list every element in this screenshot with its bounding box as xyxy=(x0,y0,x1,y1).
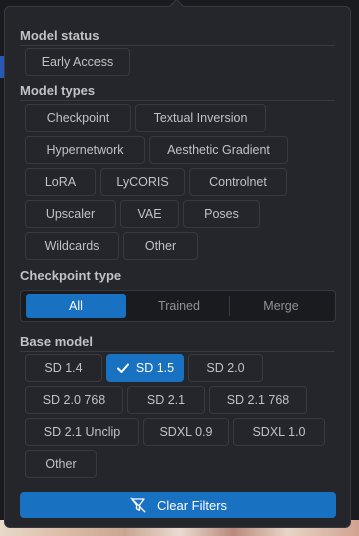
base-model-title: Base model xyxy=(20,334,93,349)
checkpoint-type-segmented-control: All Trained Merge xyxy=(20,290,336,322)
chip-upscaler[interactable]: Upscaler xyxy=(25,200,116,228)
chip-sd-2-1-768[interactable]: SD 2.1 768 xyxy=(209,386,307,414)
chip-lora[interactable]: LoRA xyxy=(25,168,96,196)
chip-aesthetic-gradient[interactable]: Aesthetic Gradient xyxy=(149,136,288,164)
filters-popover: Model status Early Access Model types Ch… xyxy=(4,6,351,528)
chip-sd-1-5[interactable]: SD 1.5 xyxy=(106,354,184,382)
chip-early-access[interactable]: Early Access xyxy=(25,48,130,76)
chip-sd-2-0-768[interactable]: SD 2.0 768 xyxy=(25,386,123,414)
chip-hypernetwork[interactable]: Hypernetwork xyxy=(25,136,145,164)
model-status-title: Model status xyxy=(20,28,100,43)
clear-filters-button[interactable]: Clear Filters xyxy=(20,492,336,518)
chip-textual-inversion[interactable]: Textual Inversion xyxy=(135,104,266,132)
chip-sd-2-1[interactable]: SD 2.1 xyxy=(127,386,205,414)
chip-lycoris[interactable]: LyCORIS xyxy=(100,168,185,196)
chip-sd-1-4[interactable]: SD 1.4 xyxy=(25,354,102,382)
segment-all[interactable]: All xyxy=(26,294,126,318)
chip-sdxl-1-0[interactable]: SDXL 1.0 xyxy=(233,418,325,446)
segment-separator xyxy=(229,296,230,316)
divider xyxy=(20,100,335,101)
chip-sd-2-1-unclip[interactable]: SD 2.1 Unclip xyxy=(25,418,139,446)
segment-merge[interactable]: Merge xyxy=(231,294,331,318)
chip-wildcards[interactable]: Wildcards xyxy=(25,232,119,260)
checkpoint-type-title: Checkpoint type xyxy=(20,268,122,283)
check-icon xyxy=(116,363,129,373)
filter-off-icon xyxy=(130,497,146,513)
chip-sd-2-0[interactable]: SD 2.0 xyxy=(188,354,263,382)
model-types-title: Model types xyxy=(20,83,96,98)
chip-poses[interactable]: Poses xyxy=(183,200,260,228)
divider xyxy=(20,351,335,352)
chip-label: SD 1.5 xyxy=(135,361,175,375)
clear-filters-label: Clear Filters xyxy=(156,497,228,513)
chip-controlnet[interactable]: Controlnet xyxy=(189,168,287,196)
segment-trained[interactable]: Trained xyxy=(129,294,229,318)
chip-vae[interactable]: VAE xyxy=(120,200,179,228)
chip-other-type[interactable]: Other xyxy=(123,232,198,260)
divider xyxy=(20,45,335,46)
chip-checkpoint[interactable]: Checkpoint xyxy=(25,104,131,132)
chip-other-base[interactable]: Other xyxy=(25,450,97,478)
chip-sdxl-0-9[interactable]: SDXL 0.9 xyxy=(143,418,229,446)
